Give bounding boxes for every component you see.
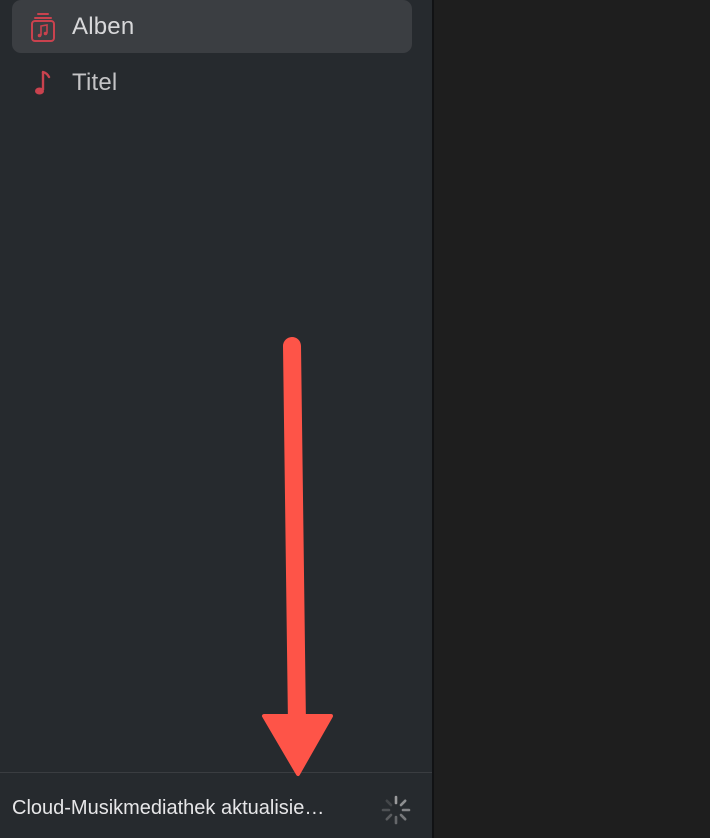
sidebar-item-songs[interactable]: Titel bbox=[12, 56, 412, 109]
album-stack-icon bbox=[30, 12, 56, 42]
sidebar-item-albums[interactable]: Alben bbox=[12, 0, 412, 53]
sidebar-item-label: Titel bbox=[72, 68, 118, 96]
music-app-window: Alben Titel Cloud-Musikmediathek aktuali… bbox=[0, 0, 710, 838]
sync-status-bar: Cloud-Musikmediathek aktualisie… bbox=[0, 772, 432, 838]
sidebar: Alben Titel Cloud-Musikmediathek aktuali… bbox=[0, 0, 432, 838]
main-content bbox=[434, 0, 710, 838]
spinner-icon bbox=[380, 794, 412, 826]
sync-status-text: Cloud-Musikmediathek aktualisie… bbox=[12, 797, 325, 819]
music-note-icon bbox=[30, 68, 56, 98]
sidebar-item-label: Alben bbox=[72, 12, 135, 40]
